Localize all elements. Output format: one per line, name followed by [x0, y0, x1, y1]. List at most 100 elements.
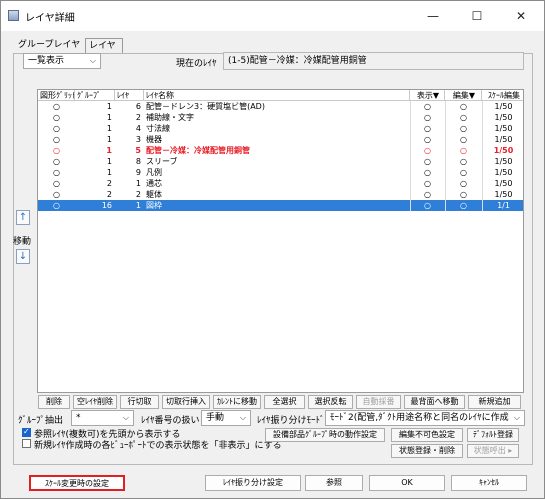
insert-cut-row-button[interactable]: 切取行挿入 — [162, 395, 210, 409]
layer-detail-dialog: レイヤ詳細 — ☐ ✕ グループレイヤ レイヤ 一覧表示 ⌵ 現在のﾚｲﾔ (1… — [0, 0, 545, 499]
no-edit-color-button[interactable]: 編集不可色設定 — [391, 428, 463, 442]
layer-name-cell[interactable]: スリーブ — [146, 156, 412, 167]
scale-cell: 1/50 — [494, 124, 513, 133]
scale-cell: 1/50 — [494, 168, 513, 177]
layer-cell: 2 — [135, 190, 141, 199]
layer-name-cell[interactable]: 躯体 — [146, 189, 412, 200]
col-header-edit[interactable]: 編集▼ — [445, 90, 482, 101]
edit-toggle[interactable]: ○ — [445, 123, 482, 134]
cut-row-button[interactable]: 行切取 — [120, 395, 159, 409]
edit-toggle[interactable]: ○ — [445, 112, 482, 123]
show-toggle[interactable]: ○ — [410, 200, 445, 211]
col-header-layer[interactable]: ﾚｲﾔ — [115, 90, 144, 101]
show-toggle[interactable]: ○ — [410, 189, 445, 200]
grid-cell: ○ — [53, 157, 60, 166]
chevron-down-icon: ⌵ — [513, 413, 520, 422]
group-cell: 1 — [106, 146, 112, 155]
move-down-button[interactable]: ↓ — [16, 249, 30, 264]
app-icon — [8, 10, 19, 21]
layer-name-cell[interactable]: 図枠 — [146, 200, 412, 211]
default-register-button[interactable]: ﾃﾞﾌｫﾙﾄ登録 — [467, 428, 519, 442]
layer-name-cell[interactable]: 機器 — [146, 134, 412, 145]
chevron-down-icon: ⌵ — [122, 413, 129, 422]
layer-cell: 1 — [135, 201, 141, 210]
layer-split-setting-button[interactable]: ﾚｲﾔ振り分け設定 — [205, 475, 301, 491]
table-row[interactable]: ○ 1 3 機器 ○ ○ 1/50 — [38, 134, 523, 145]
new-layer-hidden-checkbox[interactable] — [22, 439, 31, 448]
move-up-button[interactable]: ↑ — [16, 210, 30, 225]
layer-cell: 6 — [135, 102, 141, 111]
view-mode-select[interactable]: 一覧表示 ⌵ — [23, 53, 101, 69]
col-header-show[interactable]: 表示▼ — [410, 90, 445, 101]
ok-button[interactable]: OK — [369, 475, 445, 491]
edit-toggle[interactable]: ○ — [445, 178, 482, 189]
scale-cell: 1/50 — [494, 179, 513, 188]
tab-layer[interactable]: レイヤ — [85, 38, 123, 54]
delete-empty-layers-button[interactable]: 空ﾚｲﾔ削除 — [73, 395, 117, 409]
table-row[interactable]: ○ 1 5 配管－冷媒：冷媒配管用銅管 ○ ○ 1/50 — [38, 145, 523, 156]
table-row[interactable]: ○ 1 2 補助線・文字 ○ ○ 1/50 — [38, 112, 523, 123]
send-to-back-button[interactable]: 最背面へ移動 — [404, 395, 465, 409]
invert-selection-button[interactable]: 選択反転 — [308, 395, 353, 409]
show-toggle[interactable]: ○ — [410, 112, 445, 123]
state-register-delete-button[interactable]: 状態登録・削除 — [391, 444, 463, 458]
state-recall-button[interactable]: 状態呼出 ▸ — [467, 444, 519, 458]
close-button[interactable]: ✕ — [499, 1, 543, 31]
table-row[interactable]: ○ 1 9 凡例 ○ ○ 1/50 — [38, 167, 523, 178]
edit-toggle[interactable]: ○ — [445, 189, 482, 200]
col-header-group[interactable]: ｸﾞﾙｰﾌﾟ — [75, 90, 115, 101]
equipment-group-setting-button[interactable]: 設備部品ｸﾞﾙｰﾌﾟ時の動作設定 — [265, 428, 385, 442]
table-row[interactable]: ○ 1 8 スリーブ ○ ○ 1/50 — [38, 156, 523, 167]
select-all-button[interactable]: 全選択 — [264, 395, 305, 409]
show-reference-layers-checkbox[interactable] — [22, 427, 31, 437]
col-header-grid[interactable]: 図形ｸﾞﾘｯﾄﾞ — [38, 90, 75, 101]
delete-button[interactable]: 削除 — [38, 395, 70, 409]
split-mode-value: ﾓｰﾄﾞ2(配管,ﾀﾞｸﾄ用途名称と同名のﾚｲﾔに作成 — [330, 413, 509, 423]
new-layer-hidden-label: 新規ﾚｲﾔ作成時の各ﾋﾞｭｰﾎﾟｰﾄでの表示状態を「非表示」にする — [34, 441, 282, 451]
table-row[interactable]: ○ 1 6 配管－ドレン3：硬質塩ビ管(AD) ○ ○ 1/50 — [38, 101, 523, 112]
show-toggle[interactable]: ○ — [410, 178, 445, 189]
table-row[interactable]: ○ 2 2 躯体 ○ ○ 1/50 — [38, 189, 523, 200]
show-toggle[interactable]: ○ — [410, 156, 445, 167]
table-row[interactable]: ○ 1 4 寸法線 ○ ○ 1/50 — [38, 123, 523, 134]
move-to-current-button[interactable]: ｶﾚﾝﾄに移動 — [213, 395, 261, 409]
show-toggle[interactable]: ○ — [410, 167, 445, 178]
layer-name-cell[interactable]: 寸法線 — [146, 123, 412, 134]
scale-change-setting-button[interactable]: ｽｹｰﾙ変更時の設定 — [29, 475, 125, 491]
show-toggle[interactable]: ○ — [410, 134, 445, 145]
group-extract-select[interactable]: * ⌵ — [71, 410, 134, 426]
edit-toggle[interactable]: ○ — [445, 134, 482, 145]
title-bar: レイヤ詳細 — ☐ ✕ — [1, 1, 544, 31]
maximize-button[interactable]: ☐ — [455, 1, 499, 31]
show-toggle[interactable]: ○ — [410, 145, 445, 156]
grid-cell: ○ — [53, 179, 60, 188]
layer-name-cell[interactable]: 配管－冷媒：冷媒配管用銅管 — [146, 145, 412, 156]
add-new-button[interactable]: 新規追加 — [468, 395, 521, 409]
col-header-scale[interactable]: ｽｹｰﾙ編集 — [482, 90, 523, 101]
layer-name-cell[interactable]: 補助線・文字 — [146, 112, 412, 123]
split-mode-select[interactable]: ﾓｰﾄﾞ2(配管,ﾀﾞｸﾄ用途名称と同名のﾚｲﾔに作成 ⌵ — [325, 410, 525, 426]
edit-toggle[interactable]: ○ — [445, 101, 482, 112]
layer-name-cell[interactable]: 凡例 — [146, 167, 412, 178]
tab-group-layer[interactable]: グループレイヤ — [15, 38, 89, 54]
edit-toggle[interactable]: ○ — [445, 156, 482, 167]
edit-toggle[interactable]: ○ — [445, 145, 482, 156]
show-toggle[interactable]: ○ — [410, 123, 445, 134]
show-toggle[interactable]: ○ — [410, 101, 445, 112]
layer-cell: 5 — [135, 146, 141, 155]
layer-name-cell[interactable]: 通芯 — [146, 178, 412, 189]
table-row[interactable]: ○ 2 1 通芯 ○ ○ 1/50 — [38, 178, 523, 189]
edit-toggle[interactable]: ○ — [445, 167, 482, 178]
col-header-name[interactable]: ﾚｲﾔ名称 — [144, 90, 410, 101]
cancel-button[interactable]: ｷｬﾝｾﾙ — [451, 475, 527, 491]
reference-button[interactable]: 参照 — [305, 475, 363, 491]
minimize-button[interactable]: — — [411, 1, 455, 31]
layer-number-select[interactable]: 手動 ⌵ — [201, 410, 251, 426]
table-row[interactable]: ○ 16 1 図枠 ○ ○ 1/1 — [38, 200, 523, 211]
layer-number-value: 手動 — [206, 413, 225, 423]
layer-name-cell[interactable]: 配管－ドレン3：硬質塩ビ管(AD) — [146, 101, 412, 112]
group-cell: 1 — [106, 113, 112, 122]
auto-number-button[interactable]: 自動採番 — [356, 395, 401, 409]
edit-toggle[interactable]: ○ — [445, 200, 482, 211]
layer-table[interactable]: 図形ｸﾞﾘｯﾄﾞ ｸﾞﾙｰﾌﾟ ﾚｲﾔ ﾚｲﾔ名称 表示▼ 編集▼ ｽｹｰﾙ編集… — [37, 89, 524, 393]
